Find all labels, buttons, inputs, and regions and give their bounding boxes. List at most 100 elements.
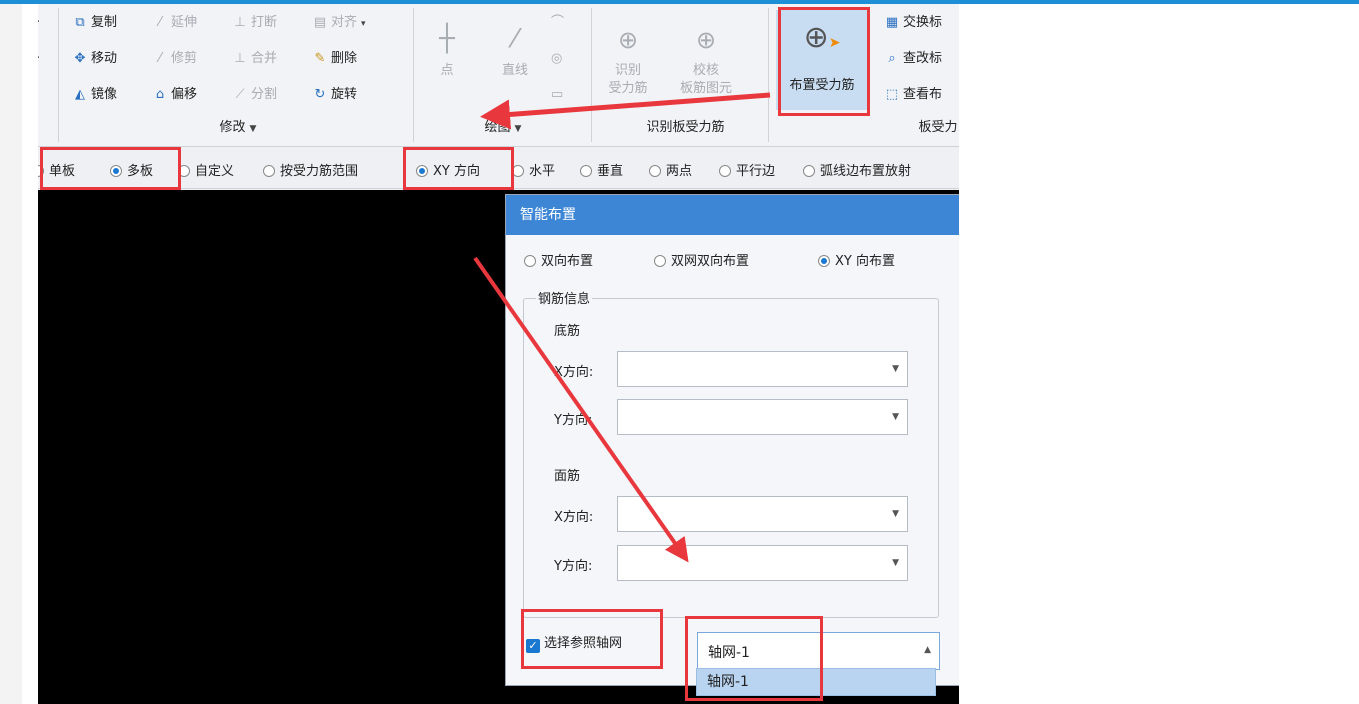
option-single[interactable]: 单板 xyxy=(38,163,75,181)
option-custom[interactable]: 自定义 xyxy=(178,163,234,181)
align-button[interactable]: ▤ 对齐 ▾ xyxy=(312,12,366,34)
identify-label-1: 识别 xyxy=(614,63,641,78)
collapsed-tool-1[interactable]: · xyxy=(38,12,40,34)
radio-icon xyxy=(263,165,275,177)
mode-dual-net[interactable]: 双网双向布置 xyxy=(654,253,749,271)
identify-group-title: 识别板受力筋 xyxy=(646,120,725,135)
grid-dropdown-option[interactable]: 轴网-1 xyxy=(696,668,936,696)
eraser-icon: ✎ xyxy=(314,51,326,66)
place-rebar-button[interactable]: ⊕➤ 布置受力筋 xyxy=(776,10,868,110)
delete-label: 删除 xyxy=(331,51,358,66)
modify-mark-label: 查改标 xyxy=(903,51,943,66)
rebar-group-title: 板受力 xyxy=(918,120,958,135)
merge-button[interactable]: ⊥ 合并 xyxy=(232,48,277,70)
split-button[interactable]: ⟋ 分割 xyxy=(232,84,277,106)
option-vertical-label: 垂直 xyxy=(597,164,624,179)
break-button[interactable]: ⊥ 打断 xyxy=(232,12,277,34)
draw-group-title[interactable]: 绘图 ▼ xyxy=(458,118,548,138)
split-icon: ⟋ xyxy=(235,87,245,102)
option-single-label: 单板 xyxy=(49,164,76,179)
extend-icon: ⁄ xyxy=(158,15,162,30)
ref-grid-checkbox[interactable]: ✓ 选择参照轴网 xyxy=(526,635,622,653)
option-xy[interactable]: XY 方向 xyxy=(416,163,480,181)
option-parallel-label: 平行边 xyxy=(736,164,776,179)
option-xy-label: XY 方向 xyxy=(433,164,480,179)
top-y-select[interactable]: ▼ xyxy=(617,545,908,581)
check-icon: ⊕ xyxy=(695,26,717,54)
bottom-rebar-label: 底筋 xyxy=(554,324,581,339)
collapsed-tool-2[interactable]: · xyxy=(38,48,40,70)
mode-xy[interactable]: XY 向布置 xyxy=(818,253,895,271)
circle-tool[interactable]: ◎ xyxy=(551,48,562,70)
delete-button[interactable]: ✎ 删除 xyxy=(312,48,357,70)
radio-icon xyxy=(580,165,592,177)
rotate-button[interactable]: ↻ 旋转 xyxy=(312,84,357,106)
option-vertical[interactable]: 垂直 xyxy=(580,163,623,181)
check-rebar-button[interactable]: ⊕ 校核 板筋图元 xyxy=(674,18,738,98)
extend-button[interactable]: ⁄ 延伸 xyxy=(152,12,197,34)
rebar-info-legend: 钢筋信息 xyxy=(536,288,593,307)
radio-icon xyxy=(649,165,661,177)
mode-bidir[interactable]: 双向布置 xyxy=(524,253,593,271)
move-button[interactable]: ✥ 移动 xyxy=(72,48,117,70)
swap-label: 交换标 xyxy=(903,15,943,30)
place-rebar-icon: ⊕➤ xyxy=(803,20,841,55)
merge-icon: ⊥ xyxy=(234,51,246,66)
radio-selected-icon xyxy=(416,165,428,177)
align-icon: ▤ xyxy=(313,15,327,30)
option-multi[interactable]: 多板 xyxy=(110,163,153,181)
identify-label-2: 受力筋 xyxy=(608,81,648,96)
view-icon: ⬚ xyxy=(885,87,899,102)
bottom-y-select[interactable]: ▼ xyxy=(617,399,908,435)
trim-button[interactable]: ⁄ 修剪 xyxy=(152,48,197,70)
line-button[interactable]: ⁄ 直线 xyxy=(490,16,540,80)
search-icon: ⌕ xyxy=(888,51,896,66)
break-icon: ⊥ xyxy=(234,15,246,30)
option-horizontal-label: 水平 xyxy=(529,164,556,179)
split-label: 分割 xyxy=(251,87,278,102)
chevron-down-icon: ▼ xyxy=(892,509,899,519)
chevron-down-icon: ▼ xyxy=(249,124,257,134)
bottom-x-select[interactable]: ▼ xyxy=(617,351,908,387)
rect-tool[interactable]: ▭ xyxy=(551,84,563,106)
mode-dual-net-label: 双网双向布置 xyxy=(671,254,750,269)
modify-mark-button[interactable]: ⌕ 查改标 xyxy=(884,48,942,70)
modify-group-title[interactable]: 修改 ▼ xyxy=(178,118,298,138)
option-arc[interactable]: 弧线边布置放射 xyxy=(803,163,911,181)
identify-rebar-button[interactable]: ⊕ 识别 受力筋 xyxy=(603,18,653,98)
radio-icon xyxy=(512,165,524,177)
chevron-up-icon: ▲ xyxy=(924,645,931,655)
trim-icon: ⁄ xyxy=(158,51,162,66)
option-two-points[interactable]: 两点 xyxy=(649,163,692,181)
ribbon: · · ⧉ 复制 ⁄ 延伸 ⊥ 打断 ▤ 对齐▾ ✥ 移动 ⁄ 修剪 ⊥ 合并 ✎ 删除 ◭ 镜像… xyxy=(38,4,959,147)
rotate-icon: ↻ xyxy=(314,87,326,102)
top-x-select[interactable]: ▼ xyxy=(617,496,908,532)
chevron-down-icon: ▼ xyxy=(892,364,899,374)
swap-button[interactable]: ▦ 交换标 xyxy=(884,12,942,34)
point-button[interactable]: ┼ 点 xyxy=(426,16,468,80)
view-layout-button[interactable]: ⬚ 查看布 xyxy=(884,84,942,106)
top-rebar-label: 面筋 xyxy=(554,469,581,484)
radio-icon xyxy=(178,165,190,177)
separator xyxy=(58,8,59,142)
option-horizontal[interactable]: 水平 xyxy=(512,163,555,181)
arc-tool[interactable]: ⌒ xyxy=(551,12,564,34)
separator xyxy=(413,8,414,142)
move-icon: ✥ xyxy=(74,51,86,66)
mirror-button[interactable]: ◭ 镜像 xyxy=(72,84,117,106)
radio-selected-icon xyxy=(818,255,830,267)
option-by-range[interactable]: 按受力筋范围 xyxy=(263,163,358,181)
copy-button[interactable]: ⧉ 复制 xyxy=(72,12,117,34)
line-label: 直线 xyxy=(501,63,528,78)
extend-label: 延伸 xyxy=(171,15,198,30)
rotate-label: 旋转 xyxy=(331,87,358,102)
merge-label: 合并 xyxy=(251,51,278,66)
trim-label: 修剪 xyxy=(171,51,198,66)
offset-button[interactable]: ⌂ 偏移 xyxy=(152,84,197,106)
dialog-title: 智能布置 xyxy=(506,195,959,235)
top-y-label: Y方向: xyxy=(554,559,593,574)
grid-select[interactable]: 轴网-1 ▲ xyxy=(697,632,940,670)
arc-icon: ⌒ xyxy=(551,15,565,30)
option-parallel[interactable]: 平行边 xyxy=(719,163,775,181)
mirror-icon: ◭ xyxy=(75,87,85,102)
